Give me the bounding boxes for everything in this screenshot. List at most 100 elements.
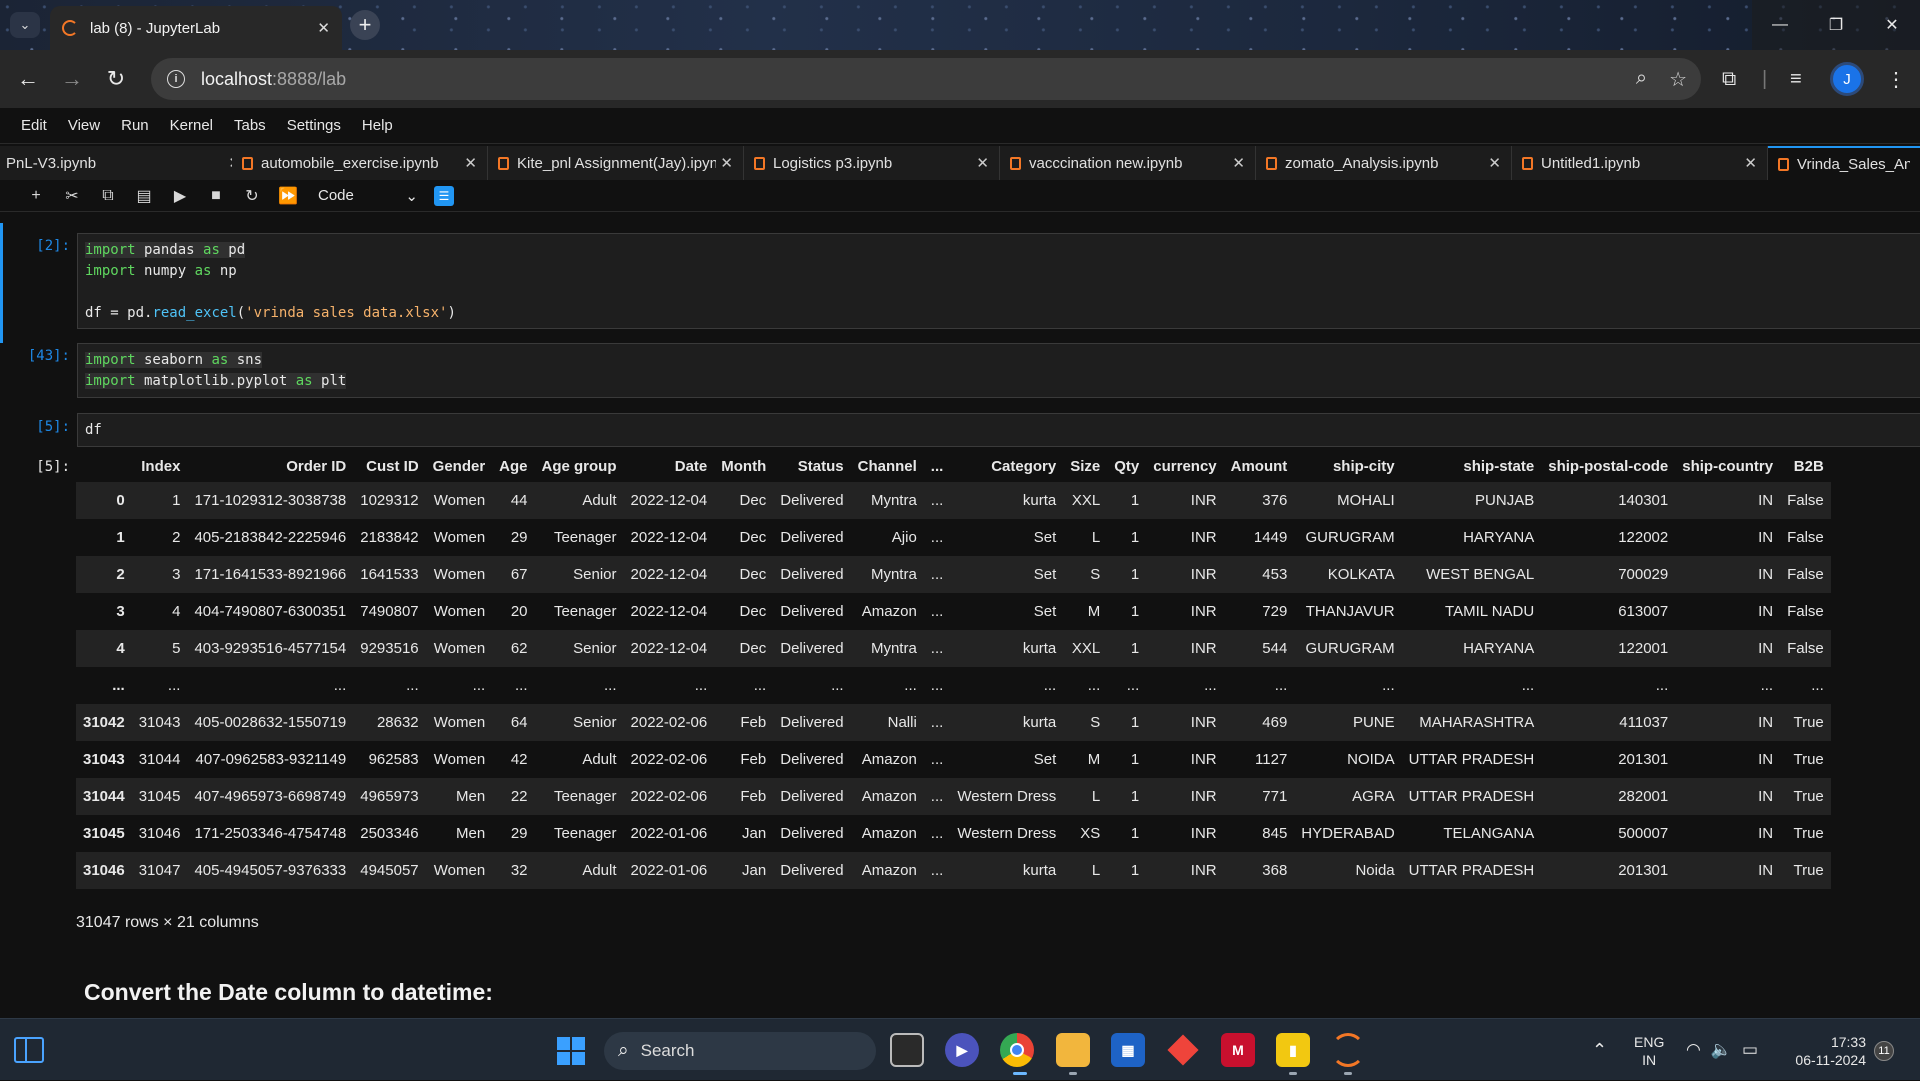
close-icon[interactable]: ✕: [464, 154, 477, 172]
run-all-icon[interactable]: ⏩: [270, 186, 306, 206]
notebook-tab[interactable]: vacccination new.ipynb ✕: [1000, 146, 1256, 180]
table-cell: 2022-12-04: [630, 603, 708, 620]
anydesk-icon[interactable]: [1166, 1033, 1200, 1067]
notebook-icon: [498, 156, 509, 170]
chrome-icon[interactable]: [1000, 1033, 1034, 1067]
close-icon[interactable]: ✕: [1232, 154, 1245, 172]
start-windows-icon[interactable]: [557, 1037, 585, 1065]
search-icon: ⌕: [618, 1040, 629, 1061]
stop-icon[interactable]: ■: [198, 187, 234, 205]
power-bi-icon[interactable]: ▮: [1276, 1033, 1310, 1067]
extensions-puzzle-icon[interactable]: ⧉: [1722, 50, 1736, 108]
menu-help[interactable]: Help: [362, 117, 393, 134]
menu-run[interactable]: Run: [121, 117, 149, 134]
table-cell: Myntra: [870, 566, 917, 583]
notebook-tab[interactable]: automobile_exercise.ipynb ✕: [232, 146, 488, 180]
notification-badge[interactable]: 11: [1874, 1041, 1894, 1061]
table-cell: Senior: [573, 640, 617, 657]
profile-avatar[interactable]: J: [1830, 62, 1864, 96]
clock[interactable]: 17:33 06-11-2024: [1774, 1033, 1866, 1069]
close-icon[interactable]: ✕: [720, 154, 733, 172]
zoom-icon[interactable]: ⌕: [1636, 67, 1647, 92]
forward-arrow-icon[interactable]: →: [50, 57, 94, 101]
taskbar-search-box[interactable]: ⌕ Search: [604, 1032, 876, 1070]
close-tab-icon[interactable]: ✕: [317, 19, 330, 37]
close-icon[interactable]: ✕: [1488, 154, 1501, 172]
more-menu-icon[interactable]: ⋮: [1886, 50, 1906, 108]
table-header-row: Index Order ID Cust ID Gender Age Age gr…: [76, 450, 1831, 482]
notebook-tab[interactable]: Untitled1.ipynb ✕: [1512, 146, 1768, 180]
widgets-icon[interactable]: [14, 1037, 44, 1063]
table-cell: False: [1787, 566, 1824, 583]
run-icon[interactable]: ▶: [162, 186, 198, 206]
table-cell: 20: [510, 603, 528, 620]
table-cell: Women: [433, 603, 486, 620]
table-cell: IN: [1758, 640, 1774, 657]
task-view-icon[interactable]: [890, 1033, 924, 1067]
cell-type-select[interactable]: Code ⌄: [318, 187, 418, 205]
language-indicator[interactable]: ENG IN: [1634, 1033, 1664, 1069]
notebook-tab[interactable]: Logistics p3.ipynb ✕: [744, 146, 1000, 180]
table-row: 2 3 171-1641533-8921966 1641533 Women 67 Senio…: [76, 556, 1831, 593]
notebook-tab[interactable]: zomato_Analysis.ipynb ✕: [1256, 146, 1512, 180]
browser-tab-active[interactable]: lab (8) - JupyterLab ✕: [50, 6, 342, 50]
jupyter-taskbar-icon[interactable]: [1331, 1033, 1365, 1067]
new-tab-button[interactable]: +: [350, 10, 380, 40]
bookmark-star-icon[interactable]: ☆: [1669, 67, 1687, 92]
microsoft-store-icon[interactable]: ▦: [1111, 1033, 1145, 1067]
table-cell: 9293516: [360, 640, 419, 657]
close-icon[interactable]: ✕: [1744, 154, 1757, 172]
back-arrow-icon[interactable]: ←: [6, 57, 50, 101]
mcafee-icon[interactable]: M: [1221, 1033, 1255, 1067]
table-cell: ...: [753, 677, 767, 694]
teams-chat-icon[interactable]: ▶: [945, 1033, 979, 1067]
table-cell: True: [1793, 751, 1824, 768]
close-window-icon[interactable]: ✕: [1864, 0, 1920, 50]
table-cell: Dec: [739, 640, 767, 657]
menu-tabs[interactable]: Tabs: [234, 117, 266, 134]
notebook-tab[interactable]: Kite_pnl Assignment(Jay).ipynb ✕: [488, 146, 744, 180]
table-cell: HARYANA: [1463, 529, 1535, 546]
menu-view[interactable]: View: [68, 117, 100, 134]
table-cell: 140301: [1618, 492, 1669, 509]
table-cell: 1127: [1255, 751, 1288, 768]
tab-search-chevron-icon[interactable]: ⌄: [10, 12, 40, 38]
property-inspector-icon[interactable]: ☰: [434, 185, 454, 206]
table-cell: kurta: [1022, 714, 1057, 731]
file-explorer-icon[interactable]: [1056, 1033, 1090, 1067]
table-row: 0 1 171-1029312-3038738 1029312 Women 44 Adult…: [76, 482, 1831, 519]
reload-icon[interactable]: ↻: [94, 57, 138, 101]
table-row: 31046 31047 405-4945057-9376333 4945057 Wome…: [76, 852, 1831, 889]
notebook-tab[interactable]: PnL-V3.ipynb ✕: [0, 146, 252, 180]
paste-icon[interactable]: ▤: [126, 186, 162, 206]
table-cell: 2183842: [360, 529, 419, 546]
close-icon[interactable]: ✕: [976, 154, 989, 172]
minimize-icon[interactable]: —: [1752, 0, 1808, 50]
code-cell-editor[interactable]: import seaborn as sns import matplotlib.…: [77, 343, 1920, 398]
media-control-icon[interactable]: ≡: [1790, 50, 1802, 108]
menu-settings[interactable]: Settings: [287, 117, 341, 134]
table-row: 3 4 404-7490807-6300351 7490807 Women 20 Teena…: [76, 593, 1831, 630]
table-cell: PUNJAB: [1475, 492, 1535, 509]
add-cell-icon[interactable]: +: [18, 187, 54, 205]
code-cell-editor[interactable]: import pandas as pd import numpy as np d…: [77, 233, 1920, 329]
copy-icon[interactable]: ⧉: [90, 187, 126, 205]
notebook-tab-active[interactable]: Vrinda_Sales_Anal: [1768, 146, 1920, 180]
restart-icon[interactable]: ↻: [234, 186, 270, 206]
address-bar[interactable]: i localhost:8888/lab ⌕ ☆: [151, 58, 1701, 100]
system-tray-icons[interactable]: ◠ 🔈 ▭: [1686, 1019, 1758, 1081]
restore-icon[interactable]: ❐: [1808, 0, 1864, 50]
table-cell: 31047: [138, 862, 181, 879]
table-cell: 1449: [1253, 529, 1288, 546]
show-hidden-icons-chevron-icon[interactable]: ⌃: [1592, 1019, 1607, 1081]
column-header: Category: [991, 457, 1057, 475]
notebook-icon: [1522, 156, 1533, 170]
table-cell: INR: [1190, 603, 1217, 620]
menu-edit[interactable]: Edit: [21, 117, 47, 134]
table-cell: XXL: [1071, 492, 1101, 509]
code-cell-editor[interactable]: df: [77, 413, 1920, 447]
cut-icon[interactable]: ✂: [54, 186, 90, 206]
table-cell: 67: [510, 566, 528, 583]
menu-kernel[interactable]: Kernel: [170, 117, 213, 134]
site-info-icon[interactable]: i: [167, 70, 185, 88]
